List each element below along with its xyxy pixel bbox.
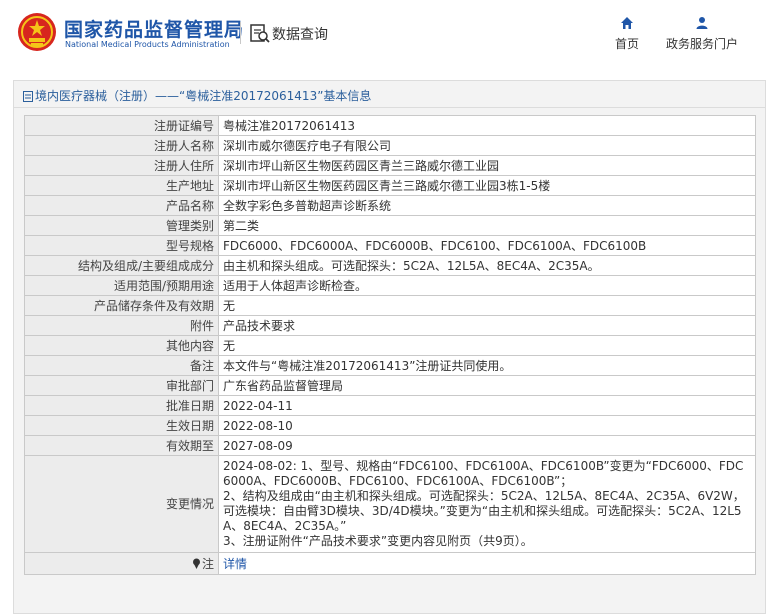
note-label: 注 xyxy=(201,556,214,571)
field-value: 第二类 xyxy=(218,215,756,236)
table-row: 生效日期 2022-08-10 xyxy=(24,415,756,436)
header-divider xyxy=(240,22,241,44)
data-query-icon xyxy=(250,24,270,43)
breadcrumb-divider xyxy=(14,107,765,108)
field-label: 有效期至 xyxy=(24,435,219,456)
field-value: 2027-08-09 xyxy=(218,435,756,456)
table-row: 适用范围/预期用途 适用于人体超声诊断检查。 xyxy=(24,275,756,296)
field-label: 注册证编号 xyxy=(24,115,219,136)
change-line: 2024-08-02: 1、型号、规格由“FDC6100、FDC6100A、FD… xyxy=(223,459,744,488)
field-label: 审批部门 xyxy=(24,375,219,396)
field-label: 批准日期 xyxy=(24,395,219,416)
field-value: 由主机和探头组成。可选配探头：5C2A、12L5A、8EC4A、2C35A。 xyxy=(218,255,756,276)
national-emblem-icon xyxy=(18,13,56,51)
nav-home-label: 首页 xyxy=(614,37,639,51)
field-value: 深圳市威尔德医疗电子有限公司 xyxy=(218,135,756,156)
field-label: 附件 xyxy=(24,315,219,336)
info-panel: 境内医疗器械（注册）——“粤械注准20172061413”基本信息 注册证编号粤… xyxy=(13,80,766,614)
breadcrumb: 境内医疗器械（注册）——“粤械注准20172061413”基本信息 xyxy=(23,87,371,104)
table-row: 有效期至 2027-08-09 xyxy=(24,435,756,456)
detail-link[interactable]: 详情 xyxy=(223,557,247,571)
site-header: 国家药品监督管理局 National Medical Products Admi… xyxy=(0,0,766,66)
field-label: 产品储存条件及有效期 xyxy=(24,295,219,316)
table-row: 产品名称 全数字彩色多普勒超声诊断系统 xyxy=(24,195,756,216)
table-row: 附件 产品技术要求 xyxy=(24,315,756,336)
table-row: 批准日期 2022-04-11 xyxy=(24,395,756,416)
table-row-note: 注详情 xyxy=(24,552,756,575)
document-icon xyxy=(23,91,33,102)
pin-icon xyxy=(192,558,200,569)
field-label: 注册人名称 xyxy=(24,135,219,156)
change-history: 2024-08-02: 1、型号、规格由“FDC6100、FDC6100A、FD… xyxy=(218,455,756,553)
home-icon xyxy=(621,17,633,29)
breadcrumb-text: 境内医疗器械（注册）——“粤械注准20172061413”基本信息 xyxy=(35,89,372,103)
brand-name-cn[interactable]: 国家药品监督管理局 xyxy=(64,15,244,42)
field-label: 型号规格 xyxy=(24,235,219,256)
table-row: 备注 本文件与“粤械注准20172061413”注册证共同使用。 xyxy=(24,355,756,376)
table-row: 生产地址 深圳市坪山新区生物医药园区青兰三路威尔德工业园3栋1-5楼 xyxy=(24,175,756,196)
field-value: 本文件与“粤械注准20172061413”注册证共同使用。 xyxy=(218,355,756,376)
field-value: 全数字彩色多普勒超声诊断系统 xyxy=(218,195,756,216)
data-query-title: 数据查询 xyxy=(272,27,328,43)
table-row: 审批部门 广东省药品监督管理局 xyxy=(24,375,756,396)
field-value: 粤械注准20172061413 xyxy=(218,115,756,136)
nav-home[interactable]: 首页 xyxy=(610,16,644,52)
registration-info-table: 注册证编号 粤械注准20172061413 注册人名称 深圳市威尔德医疗电子有限公司注… xyxy=(24,115,756,575)
nav-gov-services[interactable]: 政务服务门户 xyxy=(660,16,744,52)
field-value: FDC6000、FDC6000A、FDC6000B、FDC6100、FDC610… xyxy=(218,235,756,256)
field-label: 其他内容 xyxy=(24,335,219,356)
change-line: 3、注册证附件“产品技术要求”变更内容见附页（共9页）。 xyxy=(223,534,533,548)
field-label: 生效日期 xyxy=(24,415,219,436)
field-value: 2022-04-11 xyxy=(218,395,756,416)
field-value: 无 xyxy=(218,335,756,356)
table-row: 结构及组成/主要组成成分 由主机和探头组成。可选配探头：5C2A、12L5A、8E… xyxy=(24,255,756,276)
field-label: 生产地址 xyxy=(24,175,219,196)
field-value: 广东省药品监督管理局 xyxy=(218,375,756,396)
field-value: 无 xyxy=(218,295,756,316)
field-value: 产品技术要求 xyxy=(218,315,756,336)
field-label: 注册人住所 xyxy=(24,155,219,176)
table-row: 注册人住所 深圳市坪山新区生物医药园区青兰三路威尔德工业园 xyxy=(24,155,756,176)
field-value: 2022-08-10 xyxy=(218,415,756,436)
table-row-change: 变更情况 2024-08-02: 1、型号、规格由“FDC6100、FDC6100… xyxy=(24,455,756,553)
change-line: 2、结构及组成由“由主机和探头组成。可选配探头：5C2A、12L5A、8EC4A… xyxy=(223,489,745,533)
field-label: 产品名称 xyxy=(24,195,219,216)
field-value: 适用于人体超声诊断检查。 xyxy=(218,275,756,296)
table-row: 注册证编号 粤械注准20172061413 xyxy=(24,115,756,136)
field-label: 适用范围/预期用途 xyxy=(24,275,219,296)
note-label-cell: 注 xyxy=(24,552,219,575)
field-value: 深圳市坪山新区生物医药园区青兰三路威尔德工业园 xyxy=(218,155,756,176)
table-row: 产品储存条件及有效期无 xyxy=(24,295,756,316)
field-label: 变更情况 xyxy=(24,455,219,553)
table-row: 管理类别 第二类 xyxy=(24,215,756,236)
table-row: 注册人名称 深圳市威尔德医疗电子有限公司 xyxy=(24,135,756,156)
brand-name-en: National Medical Products Administration xyxy=(65,40,230,49)
note-value-cell: 详情 xyxy=(218,552,756,575)
field-label: 管理类别 xyxy=(24,215,219,236)
table-row: 型号规格 FDC6000、FDC6000A、FDC6000B、FDC6100、FD… xyxy=(24,235,756,256)
nav-gov-services-label: 政务服务门户 xyxy=(665,37,738,51)
user-icon xyxy=(696,17,708,29)
field-value: 深圳市坪山新区生物医药园区青兰三路威尔德工业园3栋1-5楼 xyxy=(218,175,756,196)
field-label: 备注 xyxy=(24,355,219,376)
field-label: 结构及组成/主要组成成分 xyxy=(24,255,219,276)
table-row: 其他内容无 xyxy=(24,335,756,356)
